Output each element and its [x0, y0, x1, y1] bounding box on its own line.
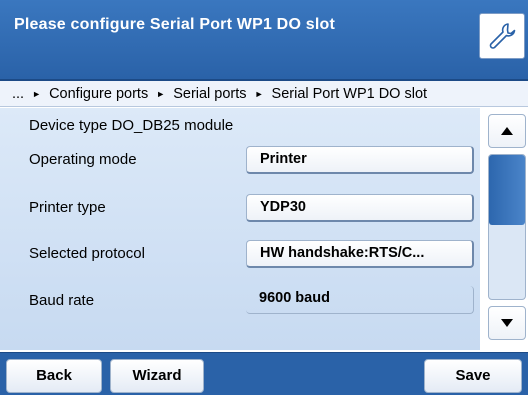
- scroll-up-button[interactable]: [488, 114, 526, 148]
- breadcrumb-item-current: Serial Port WP1 DO slot: [271, 86, 428, 102]
- wizard-button[interactable]: Wizard: [110, 359, 204, 393]
- breadcrumb: ... ► Configure ports ► Serial ports ► S…: [0, 81, 528, 107]
- settings-panel: Device type DO_DB25 module Operating mod…: [0, 108, 480, 350]
- selected-protocol-button[interactable]: HW handshake:RTS/C...: [246, 240, 474, 268]
- breadcrumb-separator-icon: ►: [156, 89, 166, 99]
- baud-rate-button[interactable]: 9600 baud: [246, 286, 474, 314]
- breadcrumb-ellipsis[interactable]: ...: [12, 86, 24, 102]
- device-type-label: Device type DO_DB25 module: [29, 117, 234, 134]
- selected-protocol-label: Selected protocol: [29, 245, 145, 262]
- scroll-track[interactable]: [488, 154, 526, 300]
- settings-button[interactable]: [479, 13, 525, 59]
- operating-mode-label: Operating mode: [29, 151, 137, 168]
- page-title: Please configure Serial Port WP1 DO slot: [14, 16, 335, 33]
- title-bar: Please configure Serial Port WP1 DO slot: [0, 0, 528, 81]
- printer-type-label: Printer type: [29, 199, 106, 216]
- triangle-up-icon: [501, 127, 513, 135]
- wrench-icon: [489, 23, 516, 49]
- footer-bar: Back Wizard Save: [0, 352, 528, 395]
- baud-rate-label: Baud rate: [29, 292, 95, 309]
- scroll-down-button[interactable]: [488, 306, 526, 340]
- printer-type-button[interactable]: YDP30: [246, 194, 474, 222]
- back-button[interactable]: Back: [6, 359, 102, 393]
- breadcrumb-separator-icon: ►: [254, 89, 264, 99]
- breadcrumb-item[interactable]: Configure ports: [49, 86, 148, 102]
- triangle-down-icon: [501, 319, 513, 327]
- save-button[interactable]: Save: [424, 359, 522, 393]
- breadcrumb-separator-icon: ►: [32, 89, 42, 99]
- scroll-thumb[interactable]: [489, 155, 525, 225]
- breadcrumb-item[interactable]: Serial ports: [173, 86, 246, 102]
- operating-mode-button[interactable]: Printer: [246, 146, 474, 174]
